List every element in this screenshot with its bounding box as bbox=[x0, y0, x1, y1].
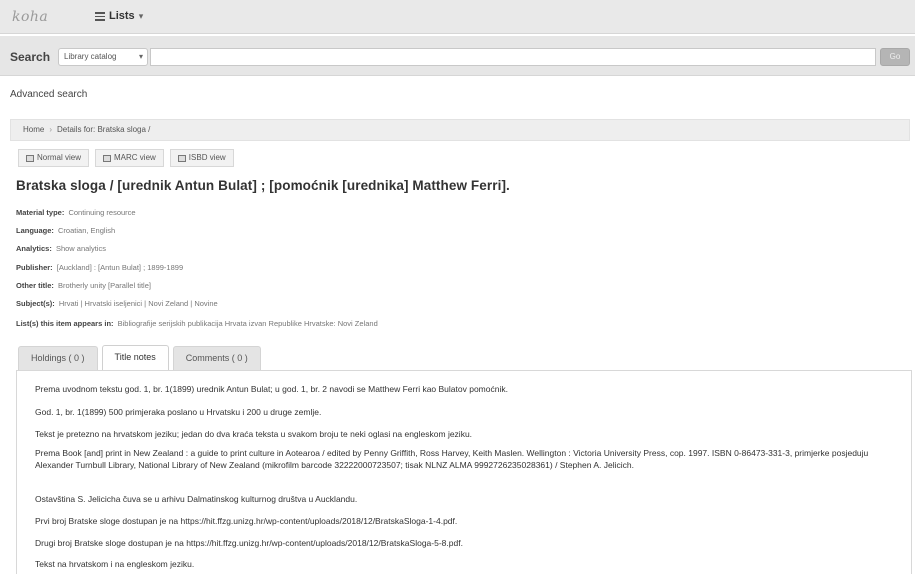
show-analytics-link[interactable]: Show analytics bbox=[56, 244, 106, 253]
lists-menu[interactable]: Lists ▾ bbox=[95, 10, 143, 22]
material-type-value: Continuing resource bbox=[68, 208, 136, 217]
other-title-field: Other title: Brotherly unity [Parallel t… bbox=[16, 281, 896, 290]
document-icon bbox=[26, 154, 34, 162]
search-bar: Search Library catalog ▾ Go bbox=[0, 36, 915, 76]
search-scope-select[interactable]: Library catalog ▾ bbox=[58, 48, 148, 66]
normal-view-label: Normal view bbox=[37, 153, 82, 162]
field-label: Publisher: bbox=[16, 263, 53, 272]
title-note: Tekst je pretezno na hrvatskom jeziku; j… bbox=[35, 429, 473, 439]
chevron-down-icon: ▾ bbox=[138, 52, 143, 61]
tab-holdings[interactable]: Holdings ( 0 ) bbox=[18, 346, 98, 370]
search-go-button[interactable]: Go bbox=[880, 48, 910, 66]
field-label: List(s) this item appears in: bbox=[16, 319, 114, 328]
title-note: Prema uvodnom tekstu god. 1, br. 1(1899)… bbox=[35, 384, 508, 394]
lists-field: List(s) this item appears in: Bibliograf… bbox=[16, 319, 896, 328]
koha-logo[interactable]: koha bbox=[12, 9, 48, 25]
title-notes-panel: Prema uvodnom tekstu god. 1, br. 1(1899)… bbox=[16, 370, 912, 574]
list-icon bbox=[103, 154, 112, 162]
tab-comments[interactable]: Comments ( 0 ) bbox=[172, 346, 261, 370]
field-label: Subject(s): bbox=[16, 299, 55, 308]
breadcrumb: Home › Details for: Bratska sloga / bbox=[10, 119, 910, 141]
other-title-value: Brotherly unity [Parallel title] bbox=[58, 281, 151, 290]
top-navbar: koha Lists ▾ bbox=[0, 0, 915, 34]
title-note: Drugi broj Bratske sloge dostupan je na … bbox=[35, 538, 463, 548]
field-label: Analytics: bbox=[16, 244, 52, 253]
field-label: Language: bbox=[16, 226, 54, 235]
chevron-down-icon: ▾ bbox=[138, 10, 144, 21]
title-note: Ostavština S. Jelicicha čuva se u arhivu… bbox=[35, 494, 358, 504]
list-link[interactable]: Bibliografije serijskih publikacija Hrva… bbox=[118, 319, 378, 328]
breadcrumb-current: Details for: Bratska sloga / bbox=[57, 125, 151, 134]
title-note: Prema Book [and] print in New Zealand : … bbox=[35, 448, 869, 470]
subjects-field: Subject(s): Hrvati | Hrvatski iseljenici… bbox=[16, 299, 896, 308]
marc-view-label: MARC view bbox=[114, 153, 156, 162]
list-icon bbox=[95, 11, 105, 21]
field-label: Other title: bbox=[16, 281, 54, 290]
search-input[interactable] bbox=[150, 48, 876, 66]
breadcrumb-separator: › bbox=[49, 125, 53, 134]
isbd-view-label: ISBD view bbox=[188, 153, 226, 162]
title-note: Prvi broj Bratske sloge dostupan je na h… bbox=[35, 516, 458, 526]
list-icon bbox=[177, 154, 186, 162]
view-tabs: Normal view MARC view ISBD view bbox=[18, 149, 234, 167]
advanced-search-link[interactable]: Advanced search bbox=[10, 89, 87, 100]
material-type-field: Material type: Continuing resource bbox=[16, 208, 896, 217]
publisher-value: [Auckland] : [Antun Bulat] ; 1899-1899 bbox=[56, 263, 184, 272]
isbd-view-tab[interactable]: ISBD view bbox=[169, 149, 234, 167]
subjects-links[interactable]: Hrvati | Hrvatski iseljenici | Novi Zela… bbox=[59, 299, 218, 308]
lists-menu-label: Lists bbox=[109, 10, 135, 22]
breadcrumb-home[interactable]: Home bbox=[23, 125, 44, 134]
tab-title-notes[interactable]: Title notes bbox=[101, 345, 169, 371]
field-label: Material type: bbox=[16, 208, 65, 217]
marc-view-tab[interactable]: MARC view bbox=[95, 149, 164, 167]
title-note: God. 1, br. 1(1899) 500 primjeraka posla… bbox=[35, 407, 322, 417]
record-title: Bratska sloga / [urednik Antun Bulat] ; … bbox=[16, 178, 510, 193]
language-field: Language: Croatian, English bbox=[16, 226, 896, 235]
detail-tabs: Holdings ( 0 ) Title notes Comments ( 0 … bbox=[18, 345, 261, 371]
publisher-field: Publisher: [Auckland] : [Antun Bulat] ; … bbox=[16, 263, 896, 272]
search-scope-value: Library catalog bbox=[64, 52, 117, 61]
search-label: Search bbox=[10, 50, 51, 64]
language-value: Croatian, English bbox=[58, 226, 116, 235]
analytics-field: Analytics: Show analytics bbox=[16, 244, 896, 253]
title-note: Tekst na hrvatskom i na engleskom jeziku… bbox=[35, 559, 195, 569]
normal-view-tab[interactable]: Normal view bbox=[18, 149, 90, 167]
